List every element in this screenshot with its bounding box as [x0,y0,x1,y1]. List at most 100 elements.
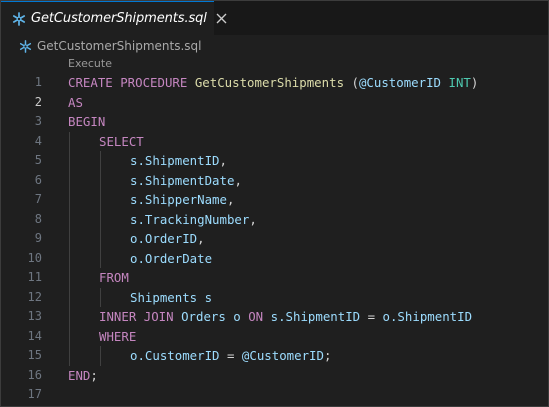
code-text: s.ShipmentID, [130,151,227,171]
code-text: END; [68,366,98,386]
line-number: 2 [34,94,42,109]
indent-guide [100,229,101,249]
code-token: = [367,309,383,324]
code-token: PROCEDURE [120,75,195,90]
breadcrumb-file[interactable]: GetCustomerShipments.sql [37,39,202,53]
code-token: ; [323,348,332,363]
indent-guide [69,248,70,268]
code-token: s.ShipmentDate [130,172,235,188]
indent-guide [69,190,70,210]
code-text: FROM [99,268,129,288]
line-number: 13 [27,309,42,323]
code-token: @CustomerID [358,75,449,90]
code-line[interactable]: 7 s.ShipperName, [1,190,548,210]
line-number: 15 [27,348,42,362]
snowflake-icon [12,11,26,27]
code-text: s.ShipmentDate, [130,171,242,191]
indent-guide [69,287,70,307]
code-token: Shipments s [130,289,213,305]
code-token: BEGIN [68,114,106,129]
code-text: AS [68,93,83,113]
code-line[interactable]: 5 s.ShipmentID, [1,151,548,171]
indent-guide [100,248,101,268]
code-token: s.TrackingNumber [130,211,250,227]
indent-guide [100,209,101,229]
line-number: 9 [34,231,42,245]
code-token: o.OrderDate [130,250,213,266]
code-token: ; [90,367,98,383]
code-editor[interactable]: 1 CREATE PROCEDURE GetCustomerShipments (… [1,73,548,405]
code-token: WHERE [99,328,137,344]
code-token: , [249,211,257,227]
code-text: CREATE PROCEDURE GetCustomerShipments (@… [68,73,478,93]
line-number: 17 [27,387,42,401]
code-line[interactable]: 11 FROM [1,268,548,288]
indent-guide [69,131,70,151]
indent-guide [100,170,101,190]
indent-guide [69,326,70,346]
code-token: @CustomerID [241,348,324,363]
code-token: ON [248,309,271,324]
code-line[interactable]: 12 Shipments s [1,287,548,307]
code-line[interactable]: 10 o.OrderDate [1,248,548,268]
code-line[interactable]: 4 SELECT [1,131,548,152]
code-token: ) [470,75,479,90]
code-text: s.TrackingNumber, [130,210,257,230]
line-number: 5 [34,153,42,167]
line-number: 12 [27,289,42,304]
code-line[interactable]: 8 s.TrackingNumber, [1,209,548,230]
line-number: 11 [27,270,42,284]
code-line[interactable]: 13 INNER JOIN Orders o ON s.ShipmentID = … [1,307,548,327]
tab-title: GetCustomerShipments.sql [31,11,207,26]
code-line[interactable]: 14 WHERE [1,326,548,346]
indent-guide [100,151,101,171]
indent-guide [69,307,70,327]
code-token: END [68,367,91,383]
indent-guide [69,209,70,229]
execute-codelens[interactable]: Execute [68,57,112,70]
code-line[interactable]: 17 [1,385,548,405]
code-token: SELECT [99,133,144,149]
indent-guide [100,346,101,366]
code-token: , [219,153,227,168]
code-token: INNER [99,309,144,324]
tab-getcustomershipments[interactable]: GetCustomerShipments.sql [1,1,227,35]
code-text: o.CustomerID = @CustomerID; [130,346,331,366]
line-number: 10 [27,250,42,265]
code-token: Orders o [181,309,249,324]
line-number: 3 [34,114,42,128]
code-token: o.CustomerID [130,348,227,363]
code-text: s.ShipperName, [130,190,234,210]
code-line[interactable]: 6 s.ShipmentDate, [1,170,548,191]
code-token: o.OrderID [130,231,198,246]
editor-window: GetCustomerShipments.sql GetCustomerShip… [0,0,549,407]
line-number: 8 [34,211,42,226]
indent-guide [100,190,101,210]
code-line[interactable]: 15 o.CustomerID = @CustomerID; [1,346,548,366]
close-icon[interactable] [216,11,227,27]
indent-guide [69,268,70,288]
code-token: o.ShipmentID [382,309,473,324]
code-text: SELECT [99,132,144,152]
code-line[interactable]: 2 AS [1,93,548,113]
code-token: JOIN [143,309,182,324]
code-token: GetCustomerShipments [194,75,352,90]
line-number: 7 [34,192,42,206]
code-token: s.ShipperName [130,192,227,207]
code-line[interactable]: 9 o.OrderID, [1,229,548,249]
code-token: ( [351,75,359,90]
code-text: INNER JOIN Orders o ON s.ShipmentID = o.… [99,307,472,327]
line-number: 6 [34,172,42,187]
line-number: 4 [34,133,42,148]
line-number: 1 [34,75,42,89]
code-token: FROM [99,270,129,285]
code-token: AS [68,94,83,110]
code-line[interactable]: 3 BEGIN [1,112,548,132]
tab-bar: GetCustomerShipments.sql [1,1,548,35]
indent-guide [69,229,70,249]
code-line[interactable]: 1 CREATE PROCEDURE GetCustomerShipments (… [1,73,548,93]
code-token: s.ShipmentID [270,309,368,324]
code-token: , [234,172,242,188]
indent-guide [69,346,70,366]
code-line[interactable]: 16 END; [1,366,548,386]
